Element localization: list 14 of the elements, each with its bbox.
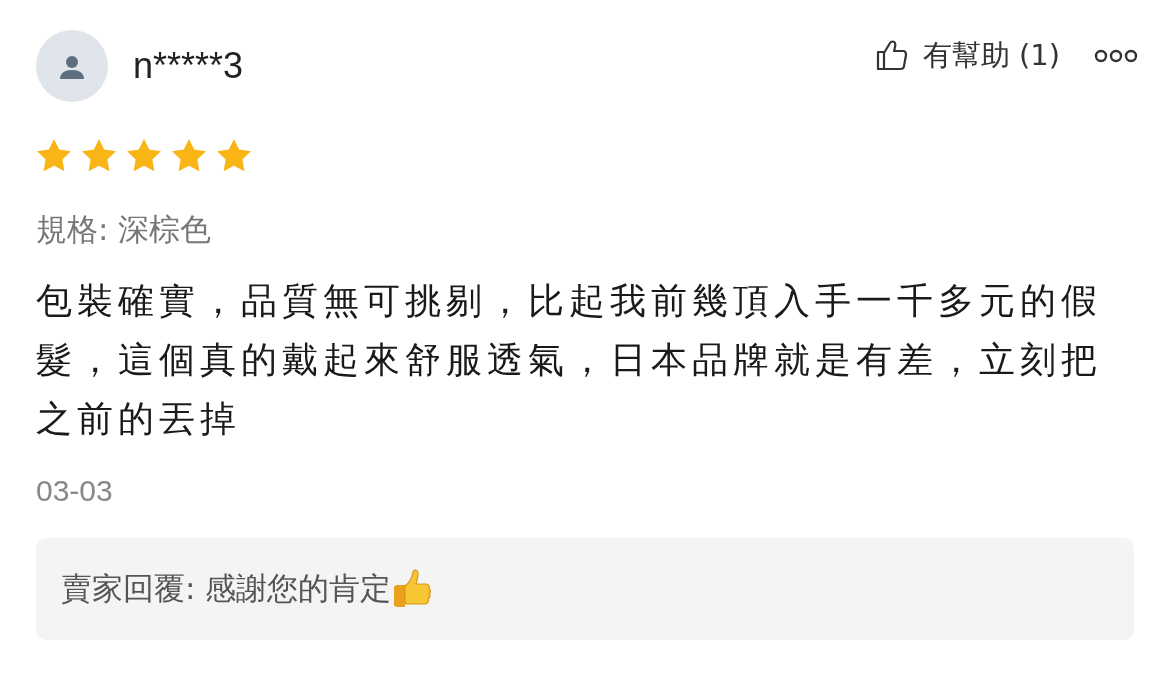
review-date: 03-03 <box>36 474 114 508</box>
seller-reply-text: 賣家回覆: 感謝您的肯定 <box>61 569 392 608</box>
more-icon[interactable] <box>1094 48 1138 64</box>
person-icon <box>58 53 86 79</box>
star-icon <box>126 138 162 173</box>
star-icon <box>216 138 252 173</box>
star-icon <box>81 138 117 173</box>
username: n*****3 <box>133 45 244 87</box>
star-icon <box>36 138 72 173</box>
review-text: 包裝確實，品質無可挑剔，比起我前幾頂入手一千多元的假髮，這個真的戴起來舒服透氣，日本品牌就是有差，立刻把之前的丟掉 <box>36 279 1103 441</box>
spec-label: 規格: 深棕色 <box>36 210 213 249</box>
thumbs-up-icon <box>391 568 434 610</box>
helpful-button[interactable]: 有幫助 (1) <box>874 36 1060 76</box>
star-icon <box>171 138 207 173</box>
